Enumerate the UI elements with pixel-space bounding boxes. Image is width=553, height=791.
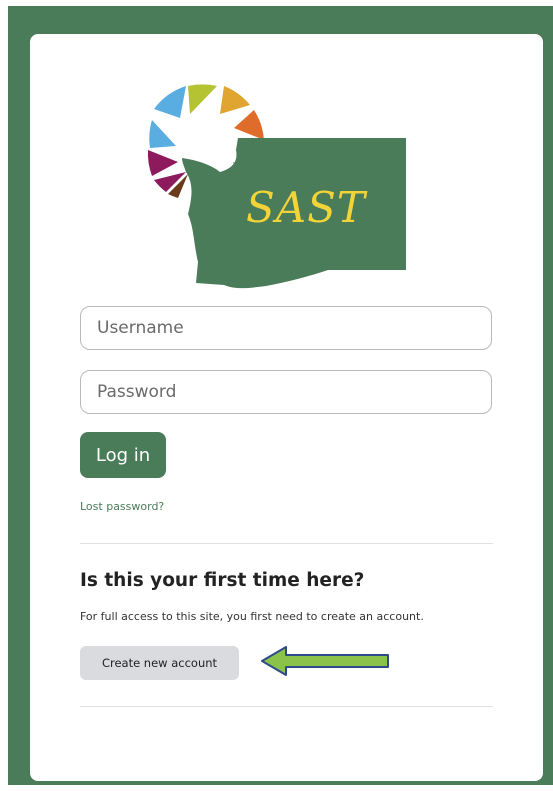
lost-password-link[interactable]: Lost password? bbox=[80, 500, 164, 513]
first-time-description: For full access to this site, you first … bbox=[80, 610, 424, 623]
username-input[interactable] bbox=[80, 306, 492, 350]
left-arrow-icon bbox=[261, 646, 389, 676]
bottom-divider bbox=[80, 706, 493, 707]
first-time-heading: Is this your first time here? bbox=[80, 570, 365, 591]
create-account-button[interactable]: Create new account bbox=[80, 646, 239, 680]
login-button[interactable]: Log in bbox=[80, 432, 166, 478]
divider bbox=[80, 543, 493, 544]
password-input[interactable] bbox=[80, 370, 492, 414]
sast-logo: SAST bbox=[147, 84, 406, 289]
logo-text: SAST bbox=[246, 183, 368, 232]
